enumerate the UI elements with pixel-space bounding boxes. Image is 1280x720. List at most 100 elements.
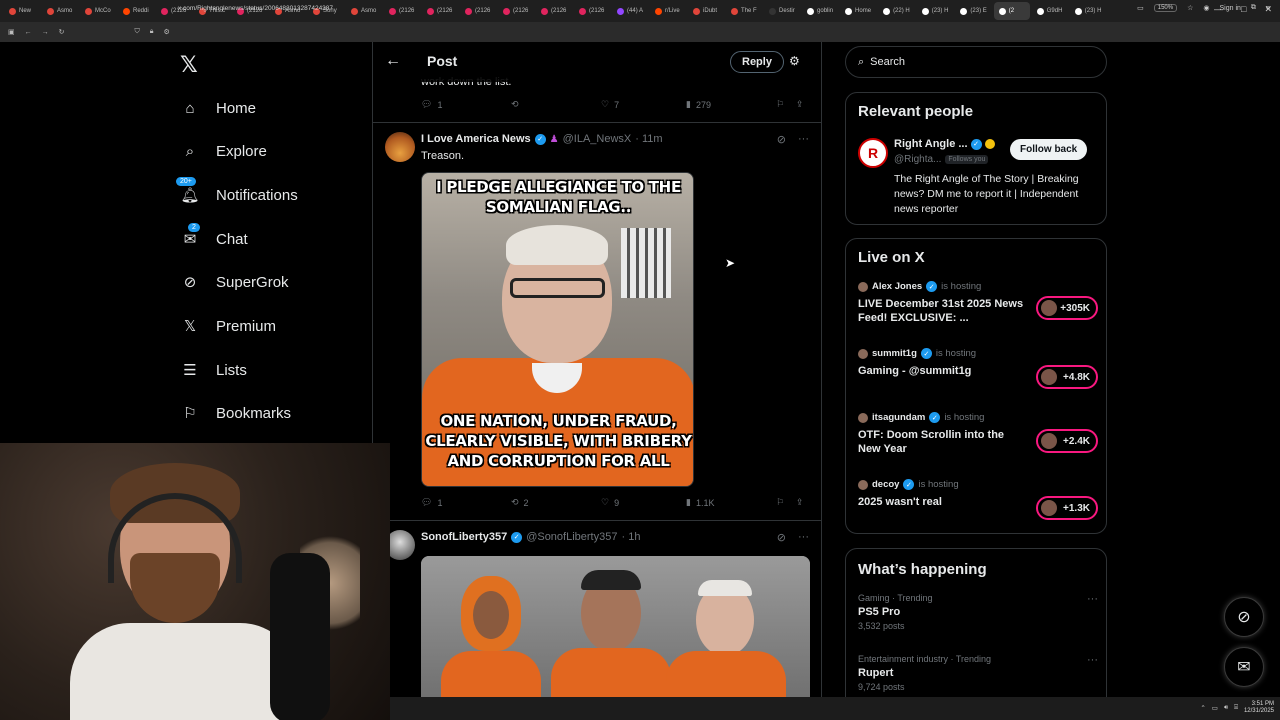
extensions-icon[interactable]: ⧉ [1251, 4, 1256, 12]
lock-icon[interactable]: 🔒︎ [150, 28, 154, 36]
browser-tab[interactable]: (2126 [460, 2, 496, 20]
bookmark-action[interactable]: ⚐ [776, 497, 796, 508]
browser-tab[interactable]: (2 [993, 2, 1030, 20]
live-listener-pill[interactable]: +2.4K [1036, 429, 1098, 453]
display-icon[interactable]: ▭ [1212, 704, 1218, 712]
repost-action[interactable]: ⟲ 2 [511, 497, 601, 508]
browser-tab[interactable]: (2126 [574, 2, 610, 20]
tweet-time[interactable]: · 1h [621, 531, 640, 543]
live-item[interactable]: summit1g ✓ is hosting Gaming - @summit1g +4.… [858, 348, 1098, 389]
repost-action[interactable]: ⟲ [511, 99, 601, 110]
more-icon[interactable]: ··· [798, 531, 809, 544]
sidebar-item-bookmarks[interactable]: ⚐ Bookmarks [180, 403, 291, 423]
sidebar-item-explore[interactable]: ⌕ Explore [180, 141, 267, 161]
bookmark-action[interactable]: ⚐ [776, 99, 796, 110]
views-action[interactable]: ▮ 279 [686, 99, 776, 110]
sidebar-item-notifications[interactable]: 🔔︎ 20+ Notifications [176, 177, 298, 205]
browser-tab[interactable]: (2126 [384, 2, 420, 20]
more-icon[interactable]: ··· [1087, 654, 1098, 666]
share-icon[interactable]: ⇪ [796, 99, 811, 110]
sidebar-item-lists[interactable]: ☰ Lists [180, 360, 247, 380]
back-icon[interactable]: ← [25, 29, 32, 36]
browser-tab[interactable]: (44) A [612, 2, 648, 20]
menu-icon[interactable]: ≡ [1266, 5, 1270, 12]
sliders-icon[interactable]: ⚙ [789, 54, 800, 68]
url-field[interactable]: x.com/Rightanglenews/status/200648301328… [178, 5, 333, 12]
grok-icon[interactable]: ⊘ [777, 531, 786, 544]
follow-back-button[interactable]: Follow back [1010, 139, 1088, 160]
reload-icon[interactable]: ↻ [59, 28, 65, 36]
browser-tab[interactable]: Destir [764, 2, 800, 20]
share-icon[interactable]: ⇪ [796, 497, 811, 508]
browser-tab[interactable]: (2126 [422, 2, 458, 20]
browser-tab[interactable]: (2126 [536, 2, 572, 20]
sign-in-link[interactable]: Sign in [1220, 5, 1241, 12]
x-logo[interactable]: 𝕏 [180, 52, 198, 78]
browser-tab[interactable]: (23) H [917, 2, 954, 20]
tweet-time[interactable]: · 11m [635, 133, 662, 145]
host-name[interactable]: Alex Jones [872, 281, 922, 292]
more-icon[interactable]: ··· [798, 133, 809, 146]
live-item[interactable]: decoy ✓ is hosting 2025 wasn't real +1.3K [858, 479, 1098, 520]
trend-item[interactable]: Gaming · Trending PS5 Pro 3,532 posts ··· [858, 593, 1098, 631]
browser-tab[interactable]: iDubt [688, 2, 724, 20]
author-name[interactable]: SonofLiberty357 [421, 531, 507, 543]
search-input[interactable]: ⌕ Search [845, 46, 1107, 78]
grok-icon[interactable]: ⊘ [777, 133, 786, 146]
reply-action[interactable]: 💬︎ 1 [421, 99, 511, 110]
browser-tab[interactable]: The F [726, 2, 762, 20]
views-action[interactable]: ▮ 1.1K [686, 497, 776, 508]
trend-item[interactable]: Entertainment industry · Trending Rupert 9… [858, 654, 1098, 692]
live-item[interactable]: itsagundam ✓ is hosting OTF: Doom Scrollin … [858, 412, 1098, 456]
browser-tab[interactable]: Reddi [118, 2, 154, 20]
forward-icon[interactable]: → [42, 29, 49, 36]
sidebar-item-home[interactable]: ⌂ Home [180, 98, 256, 118]
browser-tab[interactable]: r/Live [650, 2, 686, 20]
browser-tab[interactable]: Asmo [346, 2, 382, 20]
grok-fab[interactable]: ⊘ [1224, 597, 1264, 637]
author-handle[interactable]: @SonofLiberty357 [526, 531, 617, 543]
sidebar-item-chat[interactable]: ✉ 2 Chat [180, 223, 248, 249]
tweet-image[interactable]: I PLEDGE ALLEGIANCE TO THE SOMALIAN FLAG… [421, 172, 694, 487]
settings-icon[interactable]: ⚙ [163, 28, 169, 36]
browser-tab[interactable]: Asmo [42, 2, 78, 20]
host-name[interactable]: itsagundam [872, 412, 925, 423]
more-icon[interactable]: ··· [1087, 593, 1098, 605]
live-listener-pill[interactable]: +4.8K [1036, 365, 1098, 389]
browser-tab[interactable]: (23) H [1070, 2, 1107, 20]
browser-tab[interactable]: goblin [802, 2, 838, 20]
live-listener-pill[interactable]: +305K [1036, 296, 1098, 320]
account-icon[interactable]: ◉ [1203, 4, 1209, 12]
browser-tab[interactable]: G9dH [1032, 2, 1068, 20]
sidebar-item-premium[interactable]: 𝕏 Premium [180, 316, 276, 336]
sidebar-toggle-icon[interactable]: ▣ [8, 28, 15, 36]
network-icon[interactable]: ⌸ [1234, 704, 1238, 712]
back-arrow-icon[interactable]: ← [385, 52, 401, 70]
avatar[interactable]: R [858, 138, 888, 168]
shield-icon[interactable]: ⛉ [135, 28, 140, 36]
author-name[interactable]: I Love America News [421, 133, 531, 145]
browser-tab[interactable]: (2126 [498, 2, 534, 20]
like-action[interactable]: ♡ 9 [601, 497, 686, 508]
browser-tab[interactable]: Home [840, 2, 876, 20]
sidebar-item-supergrok[interactable]: ⊘ SuperGrok [180, 272, 289, 292]
zoom-level[interactable]: 150% [1153, 4, 1178, 12]
chevron-up-icon[interactable]: ⌃ [1200, 704, 1205, 712]
like-action[interactable]: ♡ 7 [601, 99, 686, 110]
host-name[interactable]: summit1g [872, 348, 917, 359]
tweet-image[interactable] [421, 556, 810, 697]
live-listener-pill[interactable]: +1.3K [1036, 496, 1098, 520]
browser-tab[interactable]: (22) H [878, 2, 915, 20]
author-handle[interactable]: @ILA_NewsX [563, 133, 632, 145]
star-icon[interactable]: ☆ [1187, 4, 1193, 12]
reply-action[interactable]: 💬︎ 1 [421, 497, 511, 508]
avatar[interactable] [385, 132, 415, 162]
clock[interactable]: 3:51 PM 12/31/2025 [1244, 701, 1274, 715]
volume-icon[interactable]: 🔊︎ [1224, 704, 1228, 712]
browser-tab[interactable]: New [4, 2, 40, 20]
messages-fab[interactable]: ✉ [1224, 647, 1264, 687]
reply-button[interactable]: Reply [730, 51, 784, 73]
reader-icon[interactable]: ▭ [1137, 4, 1144, 12]
host-name[interactable]: decoy [872, 479, 899, 490]
person-name[interactable]: Right Angle ... ✓ [894, 138, 995, 150]
